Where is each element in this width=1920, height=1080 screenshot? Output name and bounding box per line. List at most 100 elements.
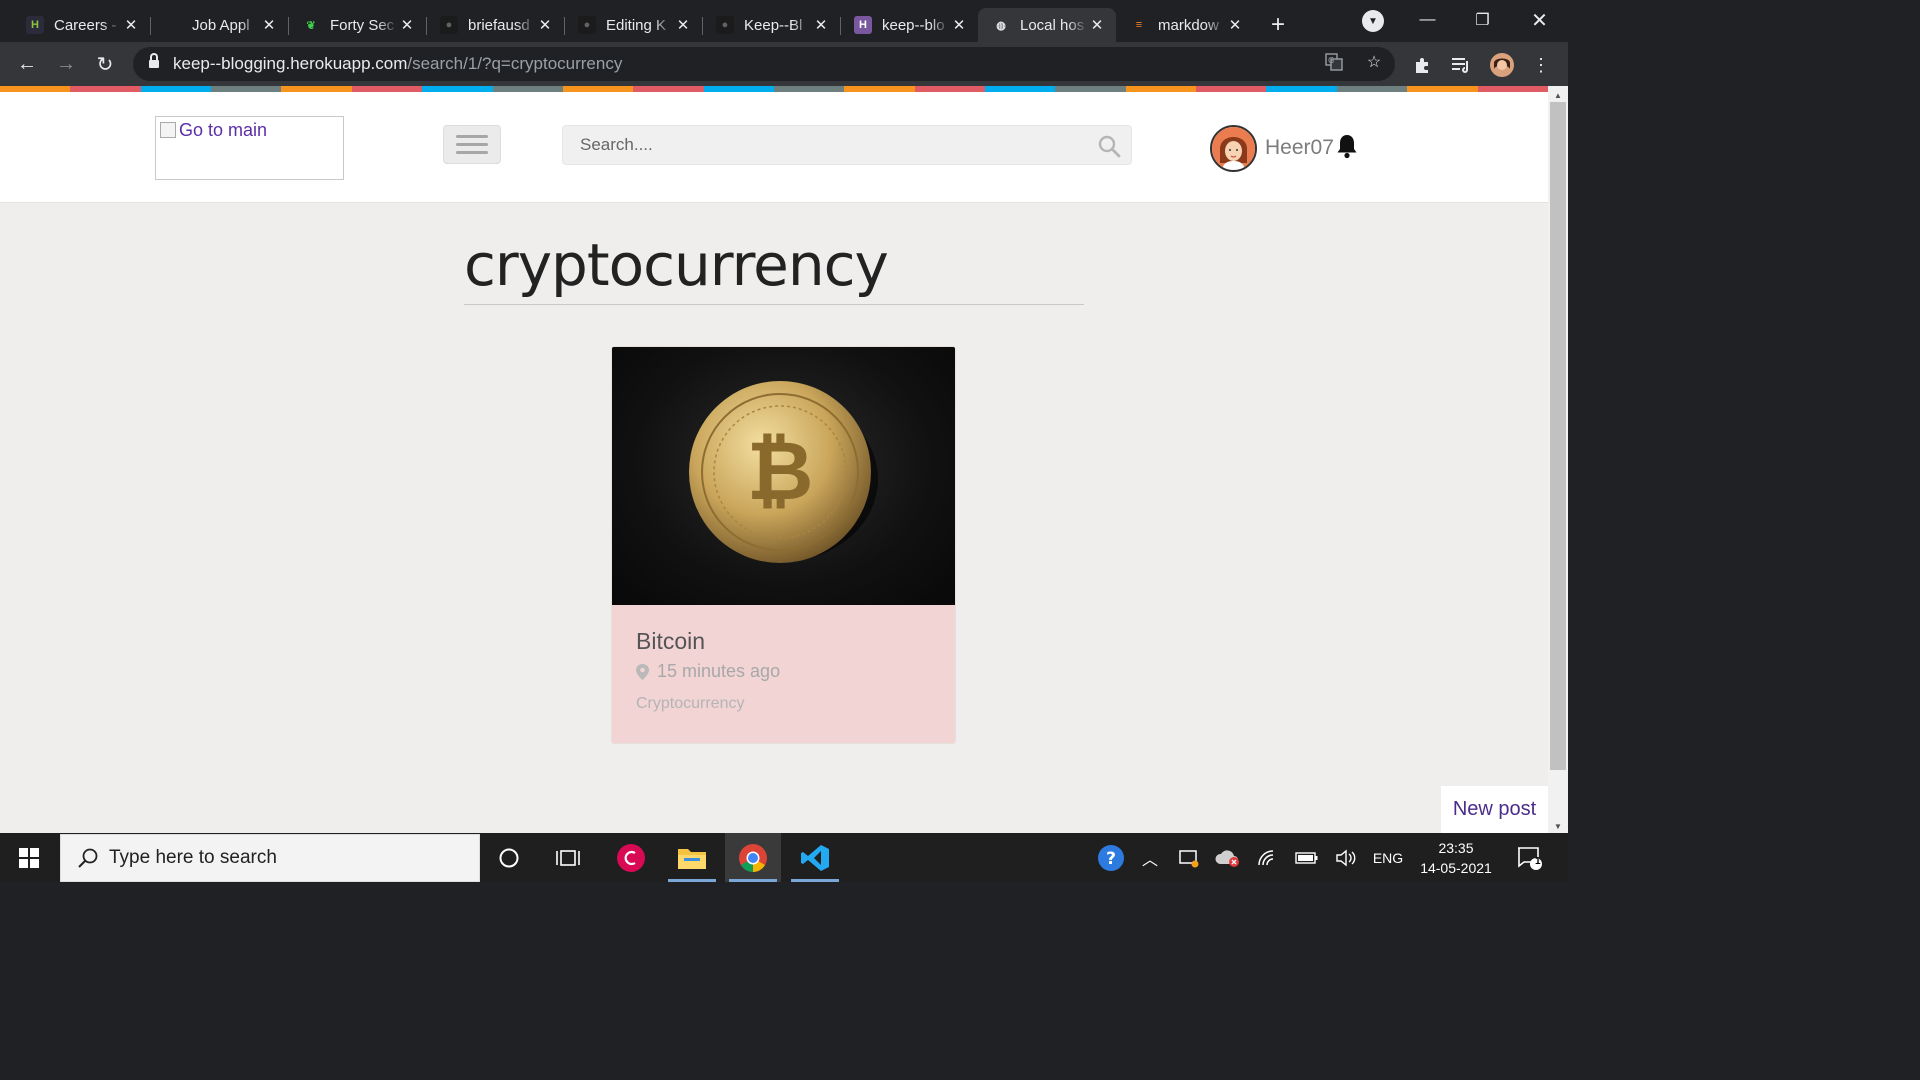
screen-capture-icon[interactable] [1174, 833, 1204, 882]
heading-divider [464, 304, 1084, 305]
hamburger-line [456, 135, 488, 138]
post-image[interactable]: ₿ [612, 347, 955, 605]
broken-image-icon [160, 122, 176, 138]
tab-strip: H Careers - ✕ Job Appl ✕ ❦ Forty Sec ✕ ● briefaus… [0, 0, 1568, 42]
leaf-icon: ❦ [306, 19, 316, 32]
tab-title: Editing K [606, 16, 667, 34]
username[interactable]: Heer07 [1265, 136, 1334, 160]
tab-search-icon[interactable]: ▼ [1362, 10, 1384, 32]
url-path: /search/1/?q=cryptocurrency [407, 54, 623, 73]
close-tab-icon[interactable]: ✕ [1088, 16, 1106, 34]
menu-toggle-button[interactable] [443, 125, 501, 164]
browser-tab[interactable]: ≡ markdow ✕ [1116, 8, 1254, 42]
close-tab-icon[interactable]: ✕ [122, 16, 140, 34]
globe-icon: ◍ [996, 19, 1006, 32]
close-tab-icon[interactable]: ✕ [950, 16, 968, 34]
search-icon[interactable] [1097, 134, 1121, 158]
file-explorer-icon[interactable] [664, 833, 720, 882]
hamburger-line [456, 151, 488, 154]
extensions-icon[interactable] [1410, 52, 1436, 78]
tab-title: markdow [1158, 16, 1219, 34]
lock-icon[interactable] [149, 53, 159, 70]
scroll-down-icon[interactable]: ▼ [1548, 819, 1568, 833]
profile-avatar[interactable] [1489, 52, 1515, 78]
back-icon[interactable]: ← [13, 50, 41, 78]
tab-title: Forty Sec [330, 16, 395, 34]
taskbar-search-text: Type here to search [109, 847, 277, 868]
hamburger-line [456, 143, 488, 146]
browser-tab[interactable]: H Careers - ✕ [12, 8, 150, 42]
post-card[interactable]: ₿ Bitcoin 15 minutes ago Cryptocurrency [611, 346, 956, 744]
new-post-button[interactable]: New post [1441, 786, 1548, 833]
search-heading: cryptocurrency [464, 231, 889, 299]
taskbar-search[interactable]: Type here to search [60, 834, 480, 882]
tab-title: Local hos [1020, 16, 1085, 34]
notification-center-icon[interactable]: 1 [1512, 833, 1546, 882]
bell-icon[interactable] [1336, 133, 1358, 159]
browser-tab[interactable]: ● Editing K ✕ [564, 8, 702, 42]
minimize-icon[interactable]: — [1400, 0, 1455, 40]
svg-text:?: ? [1106, 849, 1116, 869]
restore-icon[interactable]: ❐ [1455, 0, 1510, 40]
chrome-icon[interactable] [725, 833, 781, 882]
close-window-icon[interactable]: ✕ [1512, 0, 1567, 40]
wifi-icon[interactable] [1254, 833, 1282, 882]
onedrive-error-icon[interactable] [1212, 833, 1244, 882]
bookmark-star-icon[interactable]: ☆ [1363, 51, 1385, 73]
close-tab-icon[interactable]: ✕ [674, 16, 692, 34]
github-icon: ● [578, 16, 596, 34]
forward-icon[interactable]: → [52, 50, 80, 78]
close-tab-icon[interactable]: ✕ [260, 16, 278, 34]
start-button[interactable] [0, 833, 58, 882]
location-pin-icon [636, 663, 649, 680]
post-category[interactable]: Cryptocurrency [636, 695, 744, 713]
close-tab-icon[interactable]: ✕ [398, 16, 416, 34]
stackoverflow-icon: ≡ [1135, 19, 1143, 31]
close-tab-icon[interactable]: ✕ [536, 16, 554, 34]
page-scrollbar[interactable]: ▲ ▼ [1548, 86, 1568, 833]
scroll-up-icon[interactable]: ▲ [1548, 88, 1568, 102]
language-indicator[interactable]: ENG [1368, 833, 1408, 882]
tab-title: keep--blo [882, 16, 945, 34]
hackerearth-icon: H [26, 16, 44, 34]
clock-date: 14-05-2021 [1420, 860, 1492, 876]
address-bar[interactable]: keep--blogging.herokuapp.com/search/1/?q… [133, 47, 1395, 81]
help-icon[interactable]: ? [1093, 833, 1129, 882]
logo-alt-text: Go to main [179, 120, 268, 140]
search-input[interactable] [563, 126, 1063, 164]
browser-tab[interactable]: ● briefausd ✕ [426, 8, 564, 42]
browser-tab[interactable]: ◍ Local hos ✕ [978, 8, 1116, 42]
cortana-icon[interactable] [481, 833, 537, 882]
post-title[interactable]: Bitcoin [636, 628, 705, 655]
scrollbar-thumb[interactable] [1550, 102, 1566, 770]
show-hidden-icons-icon[interactable]: ︿ [1136, 833, 1164, 882]
logo-link[interactable]: Go to main [155, 116, 344, 180]
browser-tab[interactable]: Job Appl ✕ [150, 8, 288, 42]
url-host: keep--blogging.herokuapp.com [173, 54, 408, 73]
windows-taskbar: Type here to search ? ︿ ENG 23:35 14-05-… [0, 833, 1568, 882]
user-avatar[interactable] [1210, 125, 1257, 172]
new-tab-button[interactable]: + [1258, 8, 1298, 42]
reading-list-icon[interactable] [1449, 52, 1475, 78]
blank-icon [164, 16, 182, 34]
translate-icon[interactable]: G [1323, 51, 1345, 73]
task-view-icon[interactable] [540, 833, 596, 882]
tab-title: Careers - [54, 16, 117, 34]
close-tab-icon[interactable]: ✕ [812, 16, 830, 34]
browser-tab[interactable]: ❦ Forty Sec ✕ [288, 8, 426, 42]
post-time-text: 15 minutes ago [657, 661, 781, 681]
vscode-icon[interactable] [787, 833, 843, 882]
browser-tab[interactable]: Hkeep--blo ✕ [840, 8, 978, 42]
reload-icon[interactable]: ↻ [91, 50, 119, 78]
site-header: Go to main Heer07 [0, 92, 1548, 203]
menu-kebab-icon[interactable]: ⋮ [1528, 52, 1554, 78]
post-time: 15 minutes ago [636, 661, 780, 682]
heroku-icon: H [854, 16, 872, 34]
close-tab-icon[interactable]: ✕ [1226, 16, 1244, 34]
battery-icon[interactable] [1292, 833, 1322, 882]
debian-app-icon[interactable] [603, 833, 659, 882]
volume-icon[interactable] [1332, 833, 1360, 882]
tab-title: Job Appl [192, 16, 250, 34]
browser-tab[interactable]: ● Keep--Bl ✕ [702, 8, 840, 42]
clock[interactable]: 23:35 14-05-2021 [1418, 838, 1494, 878]
